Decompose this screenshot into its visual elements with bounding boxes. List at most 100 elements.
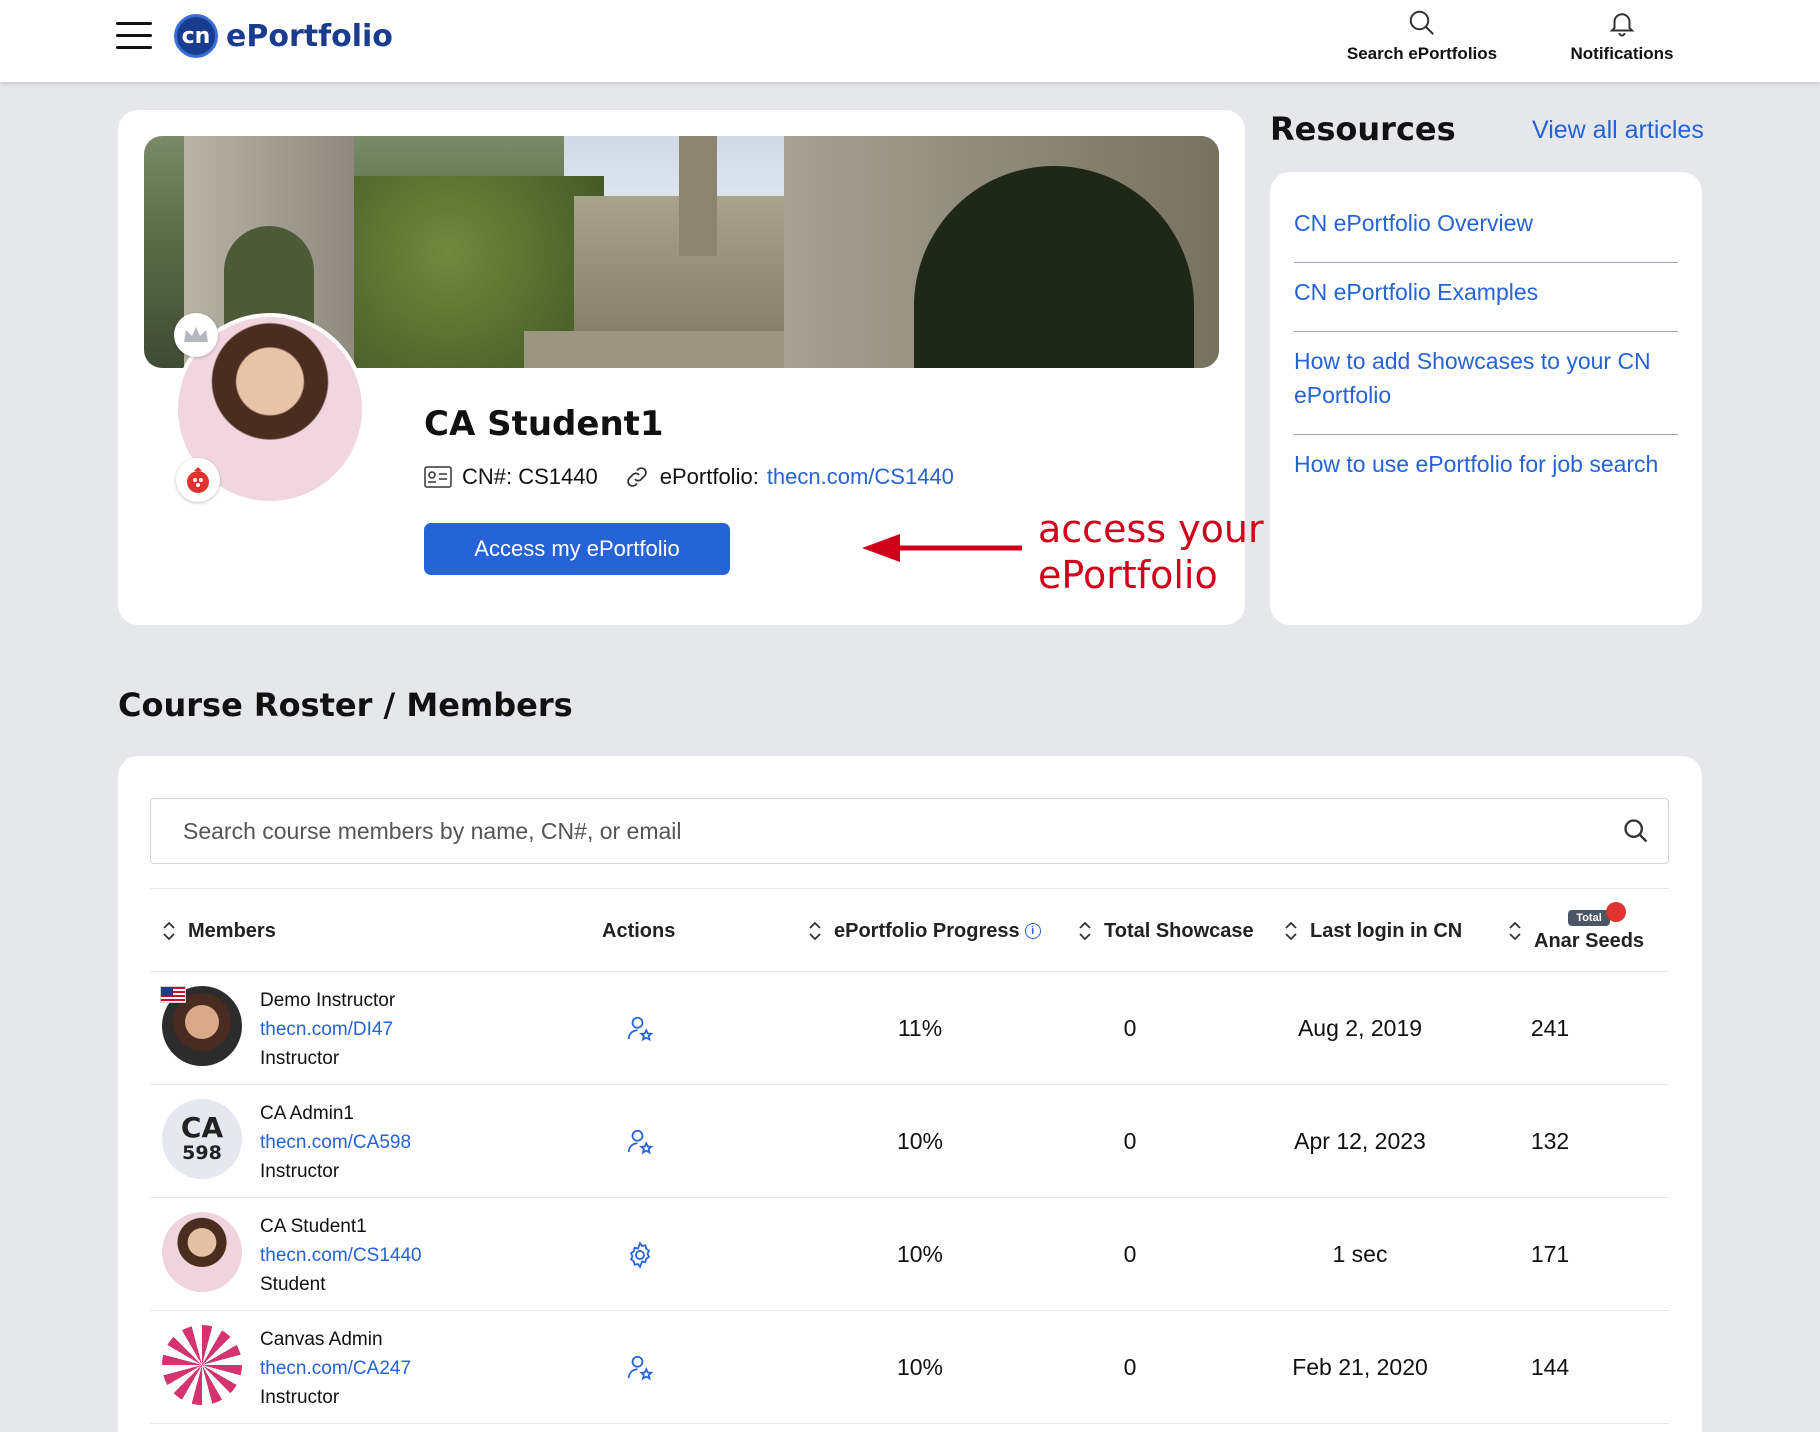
search-icon bbox=[1409, 10, 1434, 35]
view-all-articles-link[interactable]: View all articles bbox=[1532, 116, 1704, 145]
eportfolio-label: ePortfolio: bbox=[659, 464, 759, 489]
member-name: Demo Instructor bbox=[260, 990, 396, 1011]
member-role: Instructor bbox=[260, 1387, 340, 1408]
resource-link[interactable]: CN ePortfolio Examples bbox=[1294, 263, 1678, 332]
sort-icon bbox=[809, 921, 821, 941]
resource-link[interactable]: How to use ePortfolio for job search bbox=[1294, 435, 1678, 503]
user-star-icon[interactable] bbox=[600, 1085, 680, 1198]
info-icon[interactable]: i bbox=[1024, 923, 1041, 939]
total-badge-label: Total bbox=[1576, 911, 1602, 924]
logo[interactable]: cn ePortfolio bbox=[174, 14, 393, 58]
last-login-value: Aug 2, 2019 bbox=[1297, 1015, 1423, 1041]
resources-card: CN ePortfolio Overview CN ePortfolio Exa… bbox=[1270, 172, 1702, 625]
sort-anar-seeds[interactable]: Total Anar Seeds bbox=[1508, 889, 1644, 973]
gear-icon[interactable] bbox=[600, 1198, 680, 1311]
member-link[interactable]: thecn.com/DI47 bbox=[260, 1015, 395, 1044]
showcase-column-label: Total Showcase bbox=[1104, 919, 1254, 942]
member-link[interactable]: thecn.com/CS1440 bbox=[260, 1241, 422, 1270]
anar-seed-icon bbox=[1605, 901, 1626, 922]
resource-link[interactable]: How to add Showcases to your CN ePortfol… bbox=[1294, 332, 1678, 435]
seeds-value: 241 bbox=[1530, 1015, 1570, 1041]
member-name: CA Admin1 bbox=[260, 1103, 354, 1124]
avatar[interactable]: CA 598 bbox=[162, 1099, 242, 1179]
total-badge: Total bbox=[1568, 901, 1626, 926]
avatar-number: 598 bbox=[182, 1142, 222, 1164]
member-role: Instructor bbox=[260, 1048, 340, 1069]
cn-number: CN#: CS1440 bbox=[462, 464, 598, 489]
table-row: CA 598 CA Admin1 thecn.com/CA598 Instruc… bbox=[150, 1085, 1669, 1198]
showcase-value: 0 bbox=[1123, 1354, 1137, 1380]
member-name: CA Student1 bbox=[260, 1216, 367, 1237]
search-eportfolios-button[interactable]: Search ePortfolios bbox=[1342, 8, 1502, 64]
showcase-value: 0 bbox=[1123, 1015, 1137, 1041]
roster-title: Course Roster / Members bbox=[118, 686, 573, 724]
last-login-value: 1 sec bbox=[1332, 1241, 1388, 1267]
sort-icon bbox=[1079, 921, 1091, 941]
member-role: Instructor bbox=[260, 1161, 340, 1182]
link-icon bbox=[626, 467, 647, 487]
resource-link[interactable]: CN ePortfolio Overview bbox=[1294, 194, 1678, 263]
user-star-icon[interactable] bbox=[600, 1311, 680, 1424]
avatar[interactable] bbox=[162, 1212, 242, 1292]
sort-icon bbox=[1285, 921, 1297, 941]
progress-value: 11% bbox=[897, 1015, 943, 1041]
members-column-label: Members bbox=[188, 919, 276, 942]
sort-progress[interactable]: ePortfolio Progress i bbox=[808, 889, 1041, 973]
member-role: Student bbox=[260, 1274, 326, 1295]
annotation-text: access your ePortfolio bbox=[1038, 507, 1264, 597]
avatar[interactable] bbox=[162, 1325, 242, 1405]
id-card-icon bbox=[424, 466, 452, 488]
logo-badge: cn bbox=[174, 14, 218, 58]
sort-showcase[interactable]: Total Showcase bbox=[1078, 889, 1254, 973]
table-row: Demo Instructor thecn.com/DI47 Instructo… bbox=[150, 972, 1669, 1085]
profile-id-row: CN#: CS1440 ePortfolio: thecn.com/CS1440 bbox=[424, 464, 954, 490]
top-bar: cn ePortfolio Search ePortfolios Notific… bbox=[0, 0, 1820, 82]
notifications-label: Notifications bbox=[1570, 44, 1674, 63]
search-icon[interactable] bbox=[1622, 817, 1650, 845]
member-link[interactable]: thecn.com/CA247 bbox=[260, 1354, 411, 1383]
anar-seed-icon bbox=[176, 458, 220, 502]
seeds-column-label: Anar Seeds bbox=[1534, 929, 1645, 952]
member-name: Canvas Admin bbox=[260, 1329, 383, 1350]
seeds-value: 132 bbox=[1530, 1128, 1570, 1154]
last-login-value: Feb 21, 2020 bbox=[1292, 1354, 1428, 1380]
member-link[interactable]: thecn.com/CA598 bbox=[260, 1128, 411, 1157]
logo-text: ePortfolio bbox=[226, 18, 393, 54]
showcase-value: 0 bbox=[1123, 1241, 1137, 1267]
sort-icon bbox=[163, 921, 175, 941]
search-eportfolios-label: Search ePortfolios bbox=[1346, 44, 1498, 63]
menu-icon[interactable] bbox=[116, 22, 152, 52]
resources-title: Resources bbox=[1270, 110, 1456, 148]
progress-value: 10% bbox=[896, 1354, 944, 1380]
bell-icon bbox=[1609, 13, 1635, 37]
sort-icon bbox=[1509, 921, 1521, 941]
last-login-value: Apr 12, 2023 bbox=[1294, 1128, 1426, 1154]
access-eportfolio-button[interactable]: Access my ePortfolio bbox=[424, 523, 730, 575]
progress-value: 10% bbox=[896, 1128, 944, 1154]
showcase-value: 0 bbox=[1123, 1128, 1137, 1154]
student-name: CA Student1 bbox=[424, 404, 664, 444]
roster-card: Members Actions ePortfolio Progress i To… bbox=[118, 756, 1702, 1432]
actions-column-header: Actions bbox=[602, 889, 675, 973]
seeds-value: 144 bbox=[1530, 1354, 1570, 1380]
login-column-label: Last login in CN bbox=[1310, 919, 1463, 942]
sort-last-login[interactable]: Last login in CN bbox=[1284, 889, 1462, 973]
sort-members[interactable]: Members bbox=[162, 889, 276, 973]
profile-card: CA Student1 CN#: CS1440 ePortfolio: thec… bbox=[118, 110, 1264, 625]
eportfolio-link[interactable]: thecn.com/CS1440 bbox=[767, 464, 954, 490]
avatar-initials: CA bbox=[180, 1111, 224, 1144]
progress-value: 10% bbox=[896, 1241, 944, 1267]
table-row: Canvas Admin thecn.com/CA247 Instructor … bbox=[150, 1311, 1669, 1424]
member-search-input[interactable] bbox=[151, 799, 1591, 863]
actions-column-label: Actions bbox=[602, 919, 676, 942]
user-star-icon[interactable] bbox=[600, 972, 680, 1085]
crown-icon bbox=[174, 313, 218, 357]
table-header: Members Actions ePortfolio Progress i To… bbox=[150, 888, 1669, 972]
annotation-arrow bbox=[862, 534, 1022, 562]
member-search bbox=[150, 798, 1669, 864]
notifications-button[interactable]: Notifications bbox=[1562, 8, 1682, 64]
table-row: CA Student1 thecn.com/CS1440 Student 10%… bbox=[150, 1198, 1669, 1311]
seeds-value: 171 bbox=[1530, 1241, 1570, 1267]
us-flag-icon bbox=[160, 986, 186, 1003]
progress-column-label: ePortfolio Progress bbox=[834, 919, 1020, 942]
